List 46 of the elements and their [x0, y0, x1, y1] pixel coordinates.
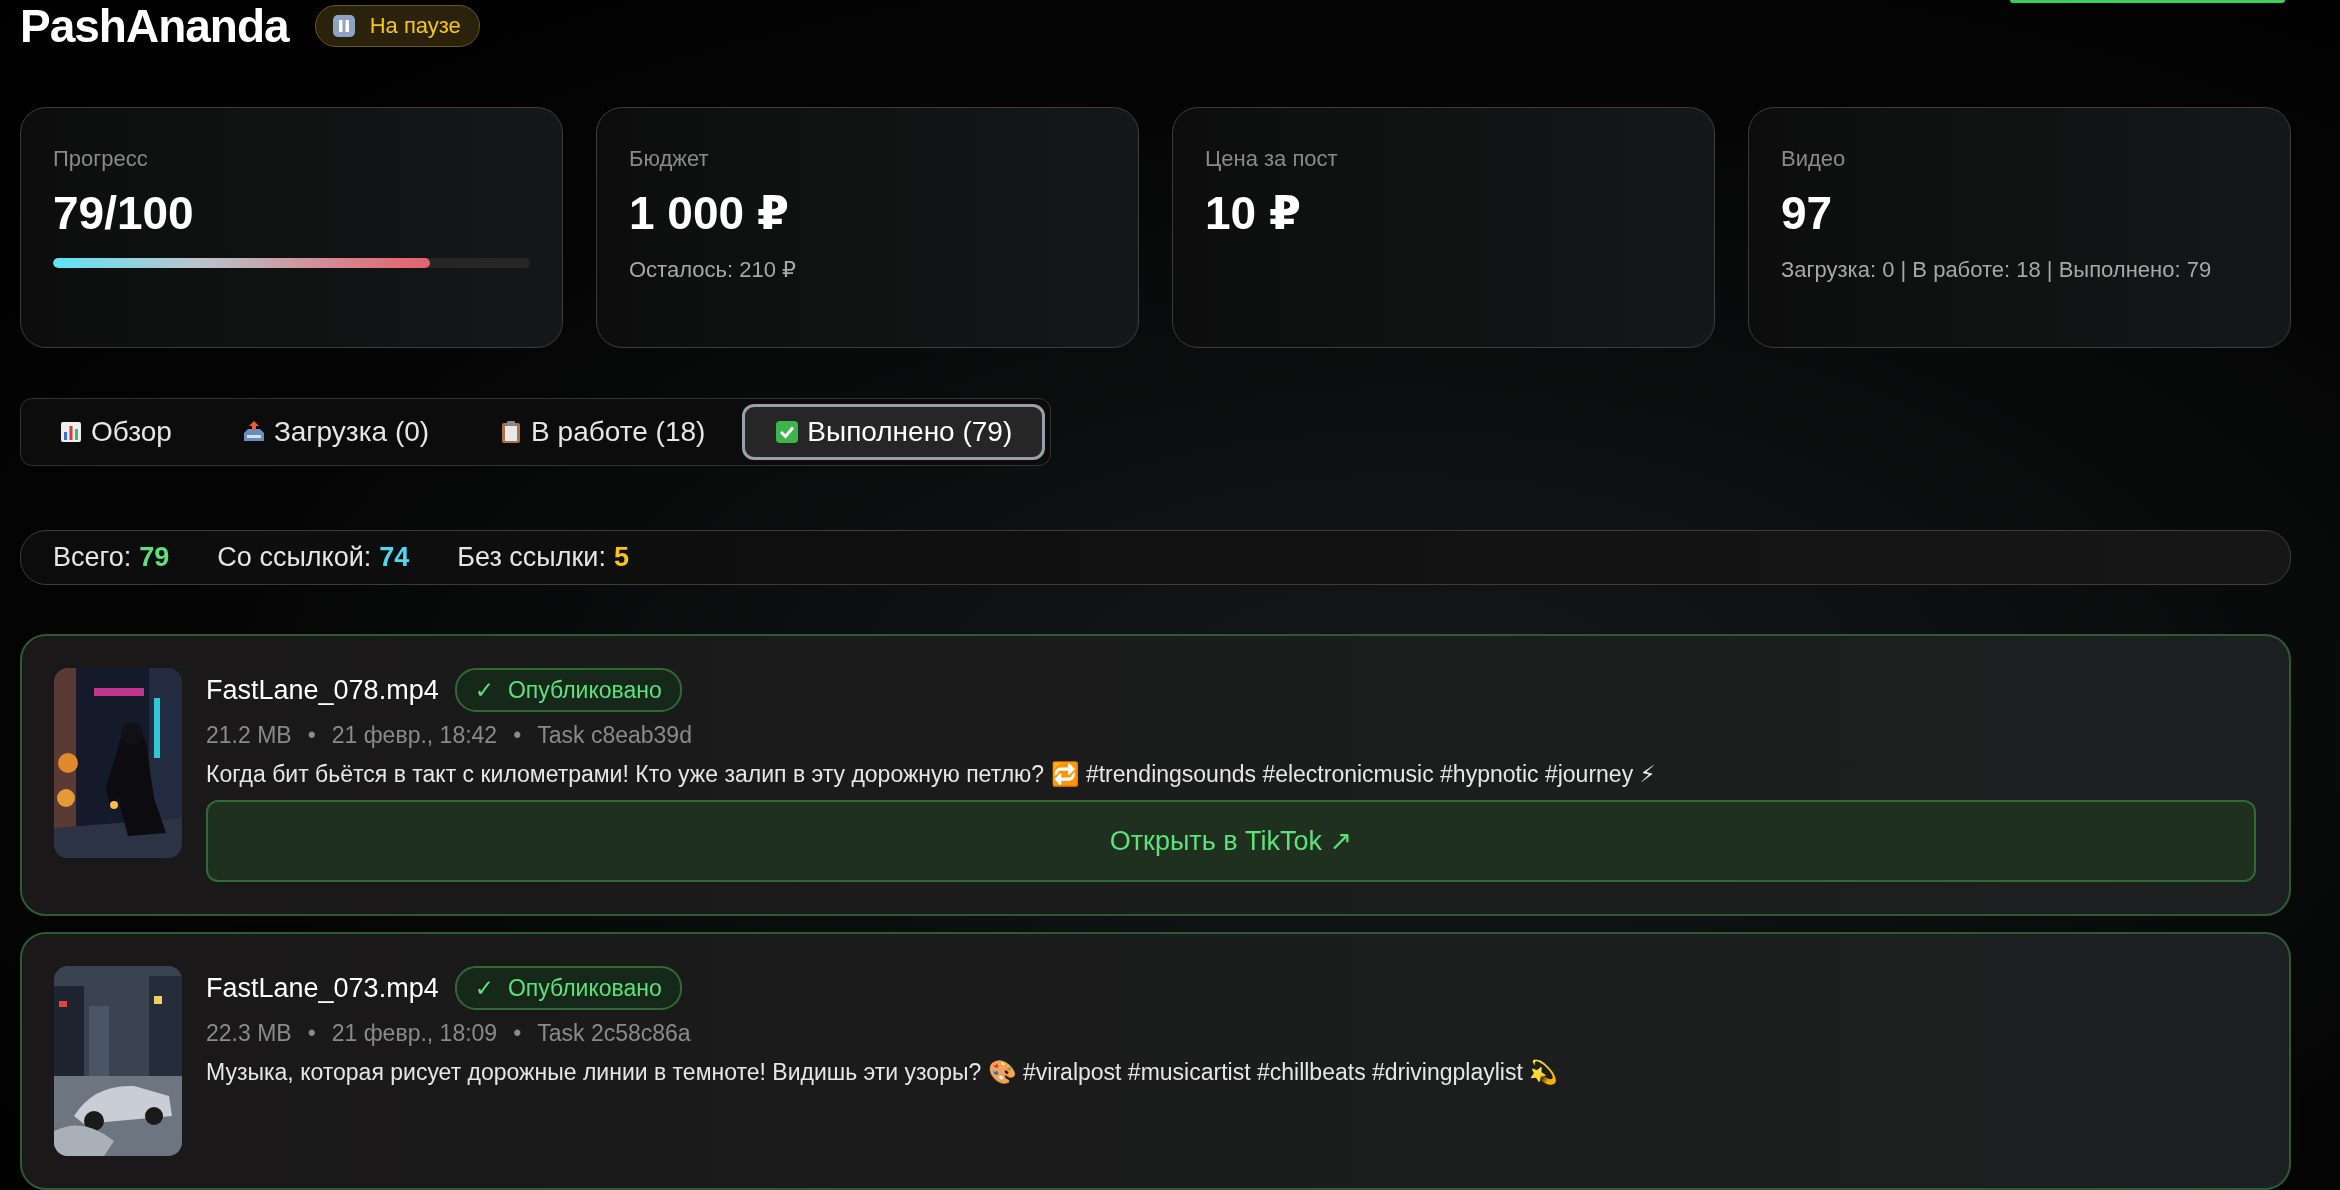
tab[interactable]: Обзор — [26, 404, 205, 460]
pause-icon — [331, 14, 356, 38]
button[interactable] — [2010, 0, 2285, 3]
check-mark: ✓ — [474, 974, 494, 1002]
file-name: FastLane_078.mp4 — [206, 674, 439, 706]
status-badge: ✓ Опубликовано — [454, 668, 682, 712]
separator-dot: • — [307, 1020, 316, 1047]
stat-label: Видео — [1781, 146, 1847, 172]
summary-count: 5 — [613, 542, 629, 573]
stat-value: 97 — [1781, 186, 1834, 240]
meta-text: 21 февр., 18:42 — [331, 722, 498, 749]
status-badge: На паузе — [314, 5, 480, 47]
separator-dot: • — [513, 1020, 522, 1047]
summary-label: Без ссылки: — [457, 542, 606, 573]
stat-note: Загрузка: 0 | В работе: 18 | Выполнено: 79 — [1781, 256, 2213, 284]
caption: Когда бит бьётся в такт с километрами! Кто уже залип в эту дорожную петлю? 🔁 #trendingsounds #electronicmusic #hypnotic #journey ⚡ — [206, 761, 1657, 788]
status-badge: ✓ Опубликовано — [454, 966, 682, 1010]
meta-text: Task c8eab39d — [537, 722, 692, 749]
summary-count: 74 — [379, 542, 410, 573]
checkmark-icon — [775, 420, 800, 444]
meta-text: 21.2 MB — [206, 722, 292, 749]
tab[interactable]: Загрузка (0) — [208, 404, 463, 460]
separator-dot: • — [307, 722, 316, 749]
stat-label: Цена за пост — [1205, 146, 1339, 172]
meta-text: 22.3 MB — [206, 1020, 292, 1047]
open-button[interactable]: Открыть в TikTok ↗ — [206, 800, 2256, 882]
meta-text: Task 2c58c86a — [537, 1020, 691, 1047]
stat-value: 79/100 — [53, 186, 195, 240]
tab[interactable]: В работе (18) — [466, 404, 739, 460]
bar-chart-icon — [59, 420, 83, 444]
stat-note: Осталось: 210 ₽ — [629, 256, 797, 284]
separator-dot: • — [513, 722, 522, 749]
file-name: FastLane_073.mp4 — [206, 972, 439, 1004]
stat-label: Прогресс — [53, 146, 149, 172]
check-mark: ✓ — [474, 676, 494, 704]
stat-value: 1 000 ₽ — [629, 186, 790, 240]
caption: Музыка, которая рисует дорожные линии в темноте! Видишь эти узоры? 🎨 #viralpost #musicartist #chillbeats #drivingplaylist 💫 — [206, 1059, 1560, 1086]
summary-count: 79 — [139, 542, 170, 573]
tab[interactable]: Выполнено (79) — [742, 404, 1046, 460]
summary-label: Всего: — [53, 542, 132, 573]
inbox-tray-icon — [241, 420, 266, 444]
summary-label: Со ссылкой: — [217, 542, 372, 573]
app-title: PashAnanda — [20, 0, 289, 52]
stat-label: Бюджет — [629, 146, 710, 172]
meta-text: 21 февр., 18:09 — [331, 1020, 498, 1047]
stat-value: 10 ₽ — [1205, 186, 1302, 240]
